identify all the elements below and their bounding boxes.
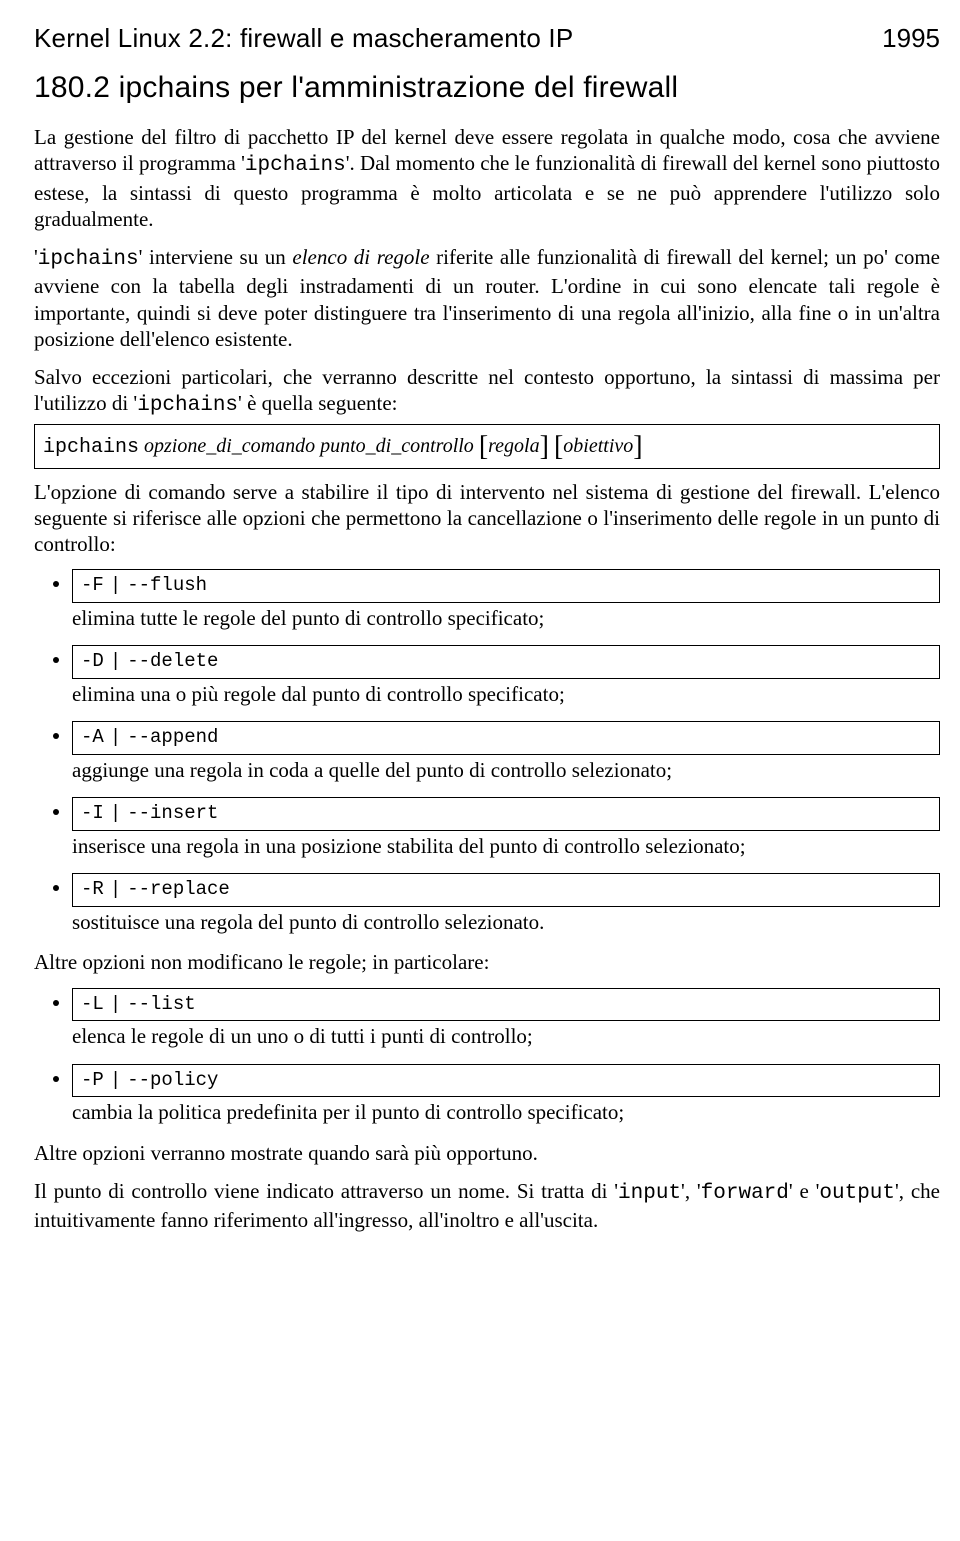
- option-long: --policy: [127, 1069, 218, 1091]
- text: ', ': [681, 1179, 701, 1203]
- syntax-cmd: ipchains: [43, 436, 139, 459]
- section-number: 180.2: [34, 71, 110, 104]
- option-separator: |: [104, 650, 127, 672]
- paragraph: L'opzione di comando serve a stabilire i…: [34, 479, 940, 558]
- option-description: elimina una o più regole dal punto di co…: [72, 681, 940, 707]
- option-separator: |: [104, 993, 127, 1015]
- bracket-open: [: [479, 431, 488, 462]
- option-separator: |: [104, 878, 127, 900]
- option-separator: |: [104, 1069, 127, 1091]
- list-item: -P|--policy cambia la politica predefini…: [72, 1064, 940, 1126]
- option-code: -R|--replace: [72, 873, 940, 907]
- list-item: -D|--delete elimina una o più regole dal…: [72, 645, 940, 707]
- option-short: -A: [81, 726, 104, 748]
- option-long: --list: [127, 993, 195, 1015]
- inline-code: output: [819, 1182, 895, 1205]
- running-header: Kernel Linux 2.2: firewall e mascheramen…: [34, 22, 940, 55]
- list-item: -F|--flush elimina tutte le regole del p…: [72, 569, 940, 631]
- option-separator: |: [104, 574, 127, 596]
- option-long: --delete: [127, 650, 218, 672]
- text: ' interviene su un: [139, 245, 293, 269]
- emphasis: elenco di regole: [292, 245, 429, 269]
- option-list: -F|--flush elimina tutte le regole del p…: [34, 569, 940, 935]
- option-short: -F: [81, 574, 104, 596]
- option-list: -L|--list elenca le regole di un uno o d…: [34, 988, 940, 1126]
- bracket-close: ]: [540, 431, 549, 462]
- option-short: -L: [81, 993, 104, 1015]
- paragraph: Altre opzioni verranno mostrate quando s…: [34, 1140, 940, 1166]
- list-item: -I|--insert inserisce una regola in una …: [72, 797, 940, 859]
- option-separator: |: [104, 802, 127, 824]
- option-description: sostituisce una regola del punto di cont…: [72, 909, 940, 935]
- list-item: -L|--list elenca le regole di un uno o d…: [72, 988, 940, 1050]
- inline-code: ipchains: [38, 248, 139, 271]
- option-code: -A|--append: [72, 721, 940, 755]
- paragraph: Il punto di controllo viene indicato att…: [34, 1178, 940, 1234]
- list-item: -R|--replace sostituisce una regola del …: [72, 873, 940, 935]
- bracket-open: [: [554, 431, 563, 462]
- option-code: -F|--flush: [72, 569, 940, 603]
- option-description: cambia la politica predefinita per il pu…: [72, 1099, 940, 1125]
- option-short: -D: [81, 650, 104, 672]
- inline-code: forward: [701, 1182, 789, 1205]
- option-long: --insert: [127, 802, 218, 824]
- inline-code: ipchains: [137, 394, 238, 417]
- option-code: -L|--list: [72, 988, 940, 1022]
- syntax-arg: punto_di_controllo: [320, 435, 474, 457]
- option-description: aggiunge una regola in coda a quelle del…: [72, 757, 940, 783]
- syntax-box: ipchains opzione_di_comando punto_di_con…: [34, 424, 940, 469]
- text: ' è quella seguente:: [238, 391, 397, 415]
- syntax-opt: obiettivo: [563, 435, 633, 457]
- option-long: --append: [127, 726, 218, 748]
- paragraph: Salvo eccezioni particolari, che verrann…: [34, 364, 940, 420]
- option-short: -I: [81, 802, 104, 824]
- syntax-arg: opzione_di_comando: [144, 435, 315, 457]
- option-code: -I|--insert: [72, 797, 940, 831]
- page-number: 1995: [882, 22, 940, 55]
- option-description: inserisce una regola in una posizione st…: [72, 833, 940, 859]
- option-long: --flush: [127, 574, 207, 596]
- option-code: -D|--delete: [72, 645, 940, 679]
- section-title-text: ipchains per l'amministrazione del firew…: [119, 71, 679, 104]
- paragraph: La gestione del filtro di pacchetto IP d…: [34, 124, 940, 232]
- option-description: elenca le regole di un uno o di tutti i …: [72, 1023, 940, 1049]
- text: ' e ': [789, 1179, 820, 1203]
- paragraph: Altre opzioni non modificano le regole; …: [34, 949, 940, 975]
- paragraph: 'ipchains' interviene su un elenco di re…: [34, 244, 940, 352]
- option-long: --replace: [127, 878, 230, 900]
- inline-code: ipchains: [245, 154, 346, 177]
- text: Il punto di controllo viene indicato att…: [34, 1179, 618, 1203]
- option-description: elimina tutte le regole del punto di con…: [72, 605, 940, 631]
- option-short: -R: [81, 878, 104, 900]
- option-code: -P|--policy: [72, 1064, 940, 1098]
- list-item: -A|--append aggiunge una regola in coda …: [72, 721, 940, 783]
- syntax-opt: regola: [488, 435, 539, 457]
- running-title: Kernel Linux 2.2: firewall e mascheramen…: [34, 22, 573, 55]
- option-short: -P: [81, 1069, 104, 1091]
- bracket-close: ]: [633, 431, 642, 462]
- option-separator: |: [104, 726, 127, 748]
- section-heading: 180.2 ipchains per l'amministrazione del…: [34, 69, 940, 107]
- inline-code: input: [618, 1182, 681, 1205]
